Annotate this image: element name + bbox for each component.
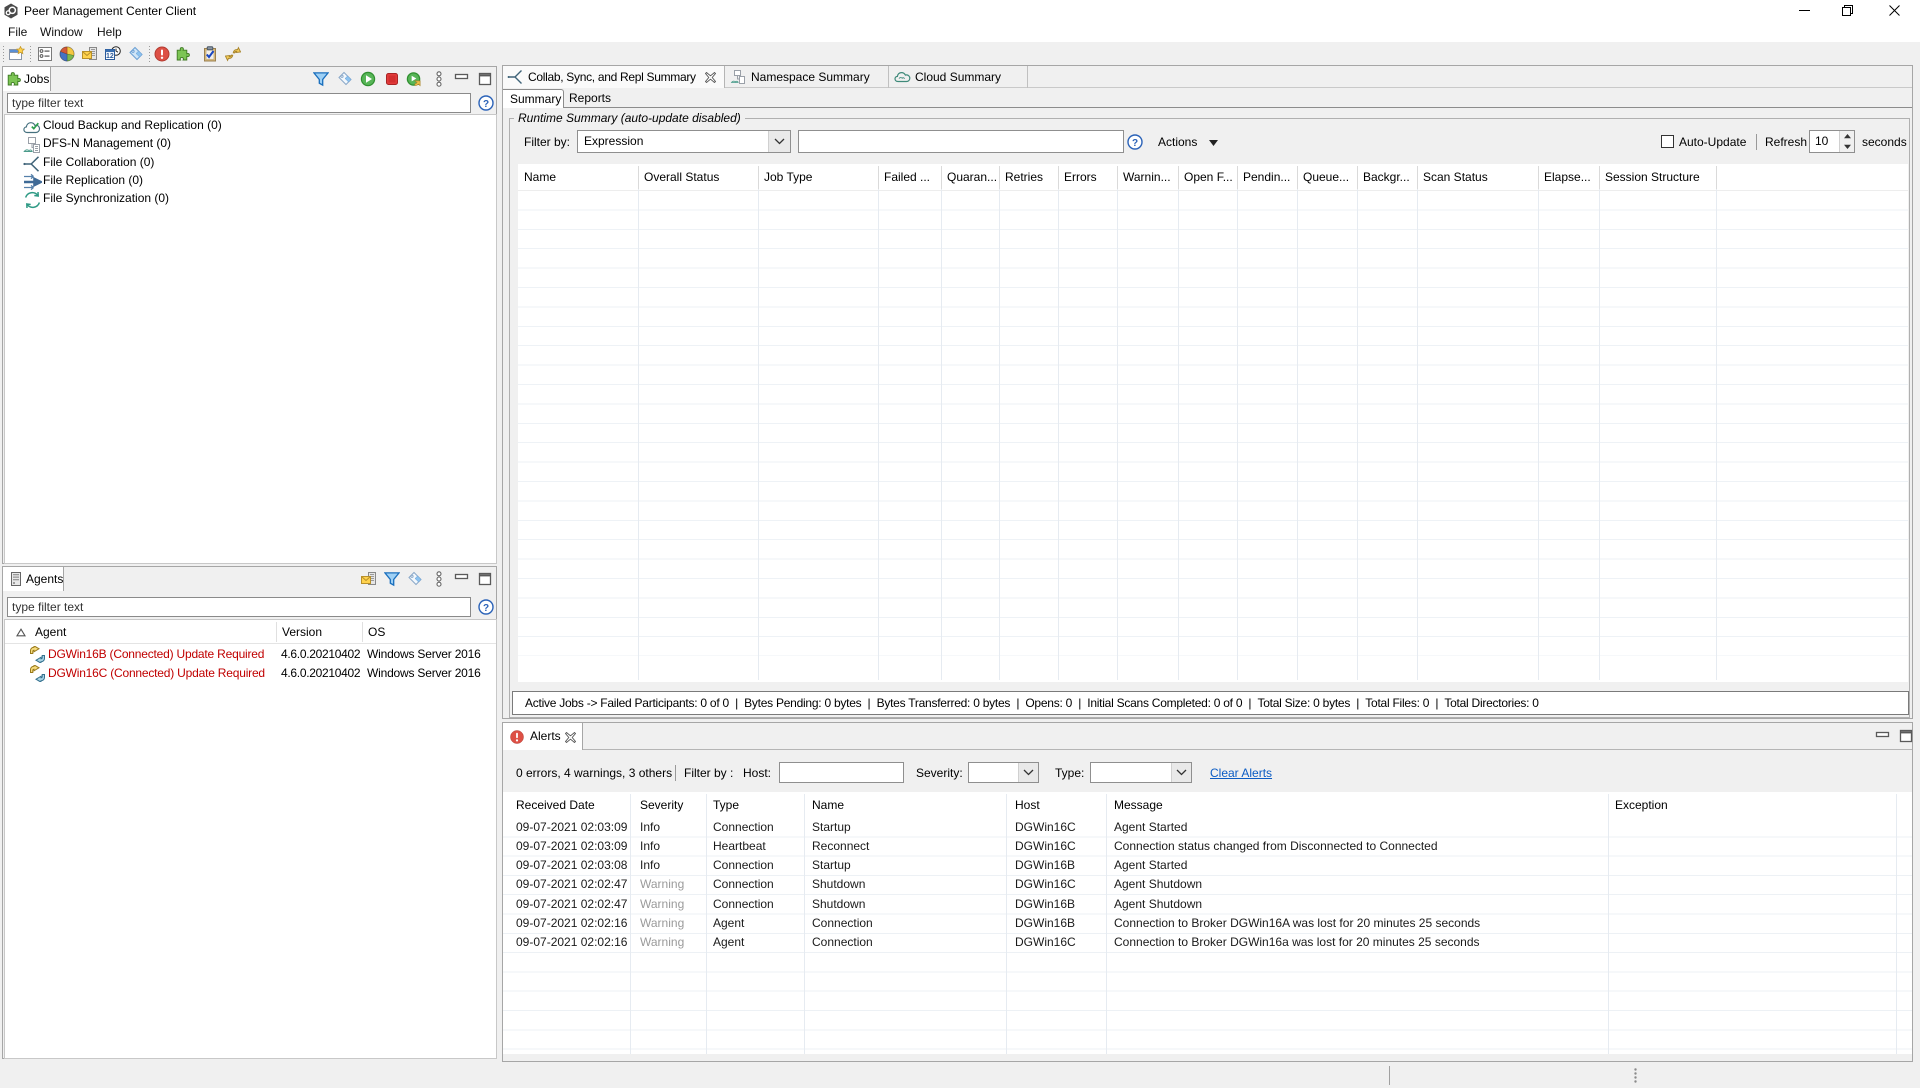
- svg-text:12: 12: [106, 53, 114, 60]
- svg-text:?: ?: [483, 603, 489, 614]
- svg-text:?: ?: [1132, 138, 1138, 149]
- svg-text:?: ?: [483, 99, 489, 110]
